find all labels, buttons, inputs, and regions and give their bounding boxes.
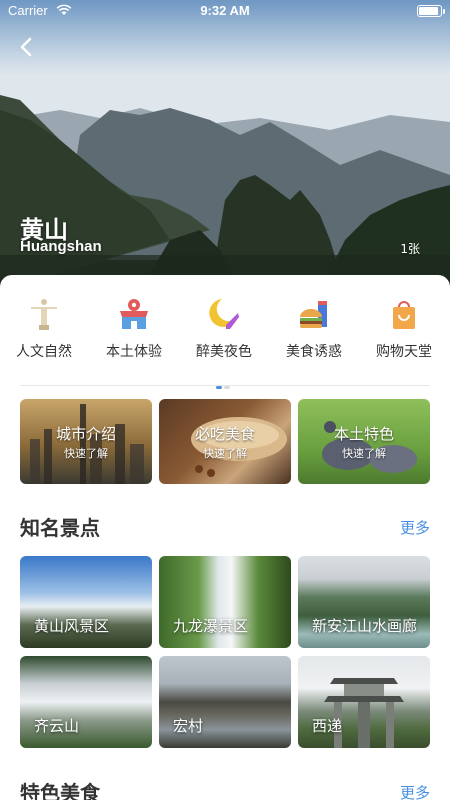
hero-banner[interactable]: Carrier 9:32 AM 黄山 Huangshan 1张: [0, 0, 450, 290]
spots-more-link[interactable]: 更多: [400, 517, 430, 538]
quick-card-title: 本土特色: [333, 425, 394, 443]
statue-icon: [31, 299, 57, 330]
spot-card-jiulong-waterfall[interactable]: 九龙瀑景区: [159, 556, 291, 648]
moon-heel-icon: [209, 299, 239, 329]
category-label: 人文自然: [16, 344, 72, 360]
quick-card-local-special[interactable]: 本土特色 快速了解: [298, 399, 430, 484]
spot-name: 宏村: [173, 717, 204, 735]
category-row: 人文自然 本土体验 醉美夜色 美食诱惑 购物天堂: [0, 295, 450, 365]
quick-card-subtitle: 快速了解: [64, 447, 108, 460]
category-item-night-view[interactable]: 醉美夜色: [184, 295, 264, 365]
spot-card-huangshan[interactable]: 黄山风景区: [20, 556, 152, 648]
spot-name: 齐云山: [34, 717, 80, 735]
section-title-spots: 知名景点: [20, 516, 100, 540]
status-bar: Carrier 9:32 AM: [0, 0, 450, 22]
category-item-shopping[interactable]: 购物天堂: [364, 295, 444, 365]
quick-card-subtitle: 快速了解: [203, 447, 247, 460]
hero-subtitle: Huangshan: [20, 238, 102, 255]
category-label: 醉美夜色: [196, 344, 252, 360]
shop-pin-icon: [120, 299, 148, 329]
spot-name: 九龙瀑景区: [173, 617, 249, 635]
quick-card-subtitle: 快速了解: [342, 447, 386, 460]
category-label: 美食诱惑: [286, 344, 342, 360]
spot-card-qiyunshan[interactable]: 齐云山: [20, 656, 152, 748]
burger-drink-icon: [300, 301, 327, 328]
food-more-link[interactable]: 更多: [400, 782, 430, 800]
category-item-food[interactable]: 美食诱惑: [274, 295, 354, 365]
page-dot-active: [216, 386, 222, 389]
category-item-local-experience[interactable]: 本土体验: [94, 295, 174, 365]
back-arrow-icon[interactable]: [14, 34, 40, 60]
quick-card-city-intro[interactable]: 城市介绍 快速了解: [20, 399, 152, 484]
quick-card-title: 城市介绍: [55, 425, 116, 443]
battery-icon: [417, 5, 445, 17]
quick-card-title: 必吃美食: [194, 425, 255, 443]
category-label: 购物天堂: [376, 344, 432, 360]
spot-card-xidi[interactable]: 西递: [298, 656, 430, 748]
category-item-culture-nature[interactable]: 人文自然: [4, 295, 84, 365]
shopping-bag-icon: [393, 301, 415, 329]
page-dot: [224, 386, 230, 389]
page-indicator: [216, 374, 232, 393]
quick-card-must-eat[interactable]: 必吃美食 快速了解: [159, 399, 291, 484]
spot-name: 新安江山水画廊: [312, 617, 418, 635]
spot-card-hongcun[interactable]: 宏村: [159, 656, 291, 748]
spot-name: 西递: [312, 717, 343, 735]
spot-name: 黄山风景区: [34, 617, 110, 635]
spot-card-xinanjiang[interactable]: 新安江山水画廊: [298, 556, 430, 648]
content-sheet: 人文自然 本土体验 醉美夜色 美食诱惑 购物天堂 城市介绍 快速了解 必吃美食 …: [0, 275, 450, 800]
photo-count-badge[interactable]: 1张: [400, 240, 420, 257]
section-title-food: 特色美食: [20, 781, 100, 800]
divider: [20, 385, 430, 386]
status-time: 9:32 AM: [200, 3, 250, 18]
category-label: 本土体验: [106, 344, 162, 360]
